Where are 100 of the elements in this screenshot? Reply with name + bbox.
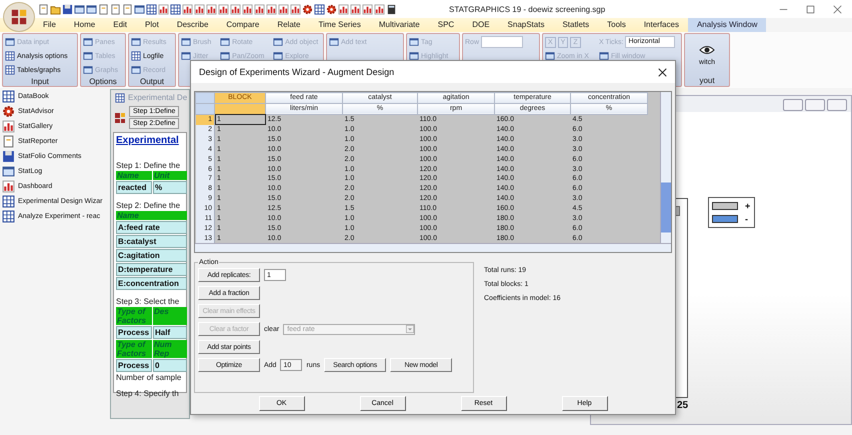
grid-icon bbox=[2, 195, 15, 208]
chart-icon[interactable] bbox=[242, 4, 253, 14]
window-title: Experimental De bbox=[128, 93, 188, 102]
window-icon bbox=[5, 37, 15, 47]
chart-icon bbox=[2, 180, 15, 193]
chart-icon[interactable] bbox=[290, 4, 301, 14]
document-icon bbox=[2, 135, 15, 148]
close-icon[interactable] bbox=[658, 68, 667, 76]
table-cell: A:feed rate bbox=[116, 221, 187, 234]
chart-icon[interactable] bbox=[278, 4, 289, 14]
menu-tab[interactable]: SPC bbox=[428, 18, 464, 32]
window-icon bbox=[329, 37, 339, 47]
chart-icon[interactable] bbox=[194, 4, 205, 14]
window-icon bbox=[273, 51, 284, 61]
table-cell: Half bbox=[153, 326, 187, 339]
horizontal-scrollbar[interactable] bbox=[195, 243, 671, 252]
calculator-icon[interactable] bbox=[386, 4, 397, 14]
menu-tab[interactable]: Relate bbox=[268, 18, 310, 32]
grid-icon[interactable] bbox=[314, 4, 325, 14]
menu-tab[interactable]: Analysis Window bbox=[688, 18, 766, 32]
chart-icon[interactable] bbox=[182, 4, 193, 14]
menu-tab[interactable]: Interfaces bbox=[634, 18, 688, 32]
dialog-title: Design of Experiments Wizard - Augment Design bbox=[199, 67, 394, 77]
corner-cell[interactable] bbox=[196, 92, 214, 104]
close-button[interactable] bbox=[827, 99, 847, 111]
chart-icon[interactable] bbox=[206, 4, 217, 14]
table-header: Name bbox=[116, 171, 152, 180]
row-field[interactable] bbox=[481, 36, 524, 48]
gear-icon[interactable] bbox=[326, 4, 337, 14]
menu-tab[interactable]: Tools bbox=[598, 18, 635, 32]
window-icon bbox=[2, 165, 15, 178]
grid-icon[interactable] bbox=[170, 4, 181, 14]
table-header: Name bbox=[116, 211, 187, 220]
legend-label: + bbox=[745, 201, 751, 211]
group-label: Output bbox=[138, 77, 165, 87]
chart-icon[interactable] bbox=[158, 4, 169, 14]
window-icon bbox=[409, 37, 419, 47]
menu-tab[interactable]: Describe bbox=[168, 18, 218, 32]
window-icon bbox=[131, 65, 141, 75]
window-icon bbox=[220, 51, 230, 61]
document-icon[interactable] bbox=[122, 4, 133, 14]
menu-tab[interactable]: SnapStats bbox=[498, 18, 554, 32]
table-cell: Process bbox=[116, 326, 152, 339]
menu-tab[interactable]: DOE bbox=[463, 18, 499, 32]
menu-tab[interactable]: Multivariate bbox=[370, 18, 429, 32]
restore-button[interactable] bbox=[805, 99, 825, 111]
menu-tab[interactable]: Compare bbox=[217, 18, 268, 32]
window-icon bbox=[83, 51, 93, 61]
eye-icon bbox=[699, 44, 715, 56]
menu-tab[interactable]: Home bbox=[64, 18, 104, 32]
menu-tab[interactable]: Plot bbox=[136, 18, 168, 32]
document-icon[interactable] bbox=[98, 4, 109, 14]
corner-cell[interactable] bbox=[196, 103, 214, 114]
grid-icon bbox=[2, 90, 15, 103]
menu-tab[interactable]: Statlets bbox=[553, 18, 598, 32]
step-text: Step 1: Define the bbox=[116, 161, 182, 170]
gear-icon[interactable] bbox=[302, 4, 313, 14]
maximize-icon[interactable] bbox=[806, 4, 815, 14]
grid-icon[interactable] bbox=[146, 4, 157, 14]
window-icon bbox=[220, 37, 230, 47]
document-icon[interactable] bbox=[110, 4, 121, 14]
caret-icon bbox=[406, 325, 414, 333]
table-cell: 0 bbox=[153, 359, 187, 372]
menu-tab[interactable]: File bbox=[34, 18, 65, 32]
table-cell: reacted bbox=[116, 181, 152, 194]
table-cell: E:concentration bbox=[116, 277, 187, 290]
note-text: Number of sample bbox=[116, 373, 182, 382]
chart-icon[interactable] bbox=[266, 4, 277, 14]
menu-tab[interactable]: Time Series bbox=[309, 18, 370, 32]
chart-icon[interactable] bbox=[374, 4, 385, 14]
chart-icon[interactable] bbox=[362, 4, 373, 14]
step-text: Step 2: Define the bbox=[116, 201, 182, 210]
chart-icon bbox=[2, 120, 15, 133]
heading-link[interactable]: Experimental bbox=[116, 135, 184, 146]
chart-icon[interactable] bbox=[338, 4, 349, 14]
table-cell: % bbox=[153, 181, 187, 194]
document-icon[interactable] bbox=[38, 4, 49, 14]
window-icon[interactable] bbox=[74, 4, 85, 14]
window-icon[interactable] bbox=[134, 4, 145, 14]
chart-icon[interactable] bbox=[230, 4, 241, 14]
window-icon bbox=[409, 51, 419, 61]
chart-icon[interactable] bbox=[218, 4, 229, 14]
table-header: Type of Factors bbox=[116, 307, 152, 325]
vertical-scrollbar[interactable] bbox=[660, 92, 671, 243]
grid-icon bbox=[131, 51, 141, 61]
step-text: Step 4: Specify th bbox=[116, 389, 180, 398]
minimize-button[interactable] bbox=[783, 99, 803, 111]
window-icon bbox=[83, 37, 93, 47]
chart-icon[interactable] bbox=[254, 4, 265, 14]
grid-icon bbox=[5, 65, 15, 75]
window-icon bbox=[83, 65, 93, 75]
window-icon[interactable] bbox=[86, 4, 97, 14]
table-cell: B:catalyst bbox=[116, 235, 187, 248]
group-label: Options bbox=[88, 77, 118, 87]
table-cell: C:agitation bbox=[116, 249, 187, 262]
table-header: Type of Factors bbox=[116, 340, 152, 358]
folder-icon[interactable] bbox=[50, 4, 61, 14]
menu-tab[interactable]: Edit bbox=[104, 18, 136, 32]
chart-icon[interactable] bbox=[350, 4, 361, 14]
window-icon bbox=[273, 37, 284, 47]
